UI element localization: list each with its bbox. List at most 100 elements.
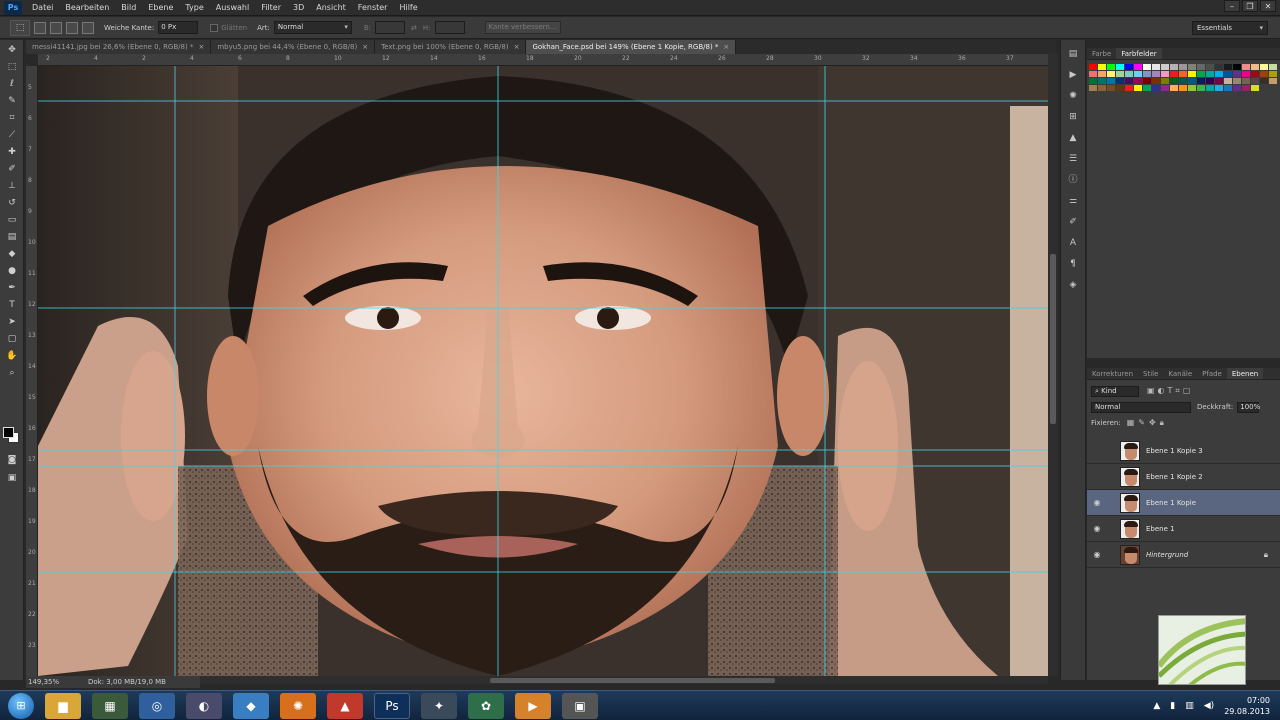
color-swatch[interactable]	[1215, 85, 1223, 91]
color-swatch[interactable]	[1197, 78, 1205, 84]
foreground-color-swatch[interactable]	[3, 427, 14, 438]
visibility-eye-icon[interactable]: ◉	[1090, 550, 1104, 559]
path-select-tool-icon[interactable]: ➤	[4, 315, 20, 329]
type-tool-icon[interactable]: T	[4, 298, 20, 312]
menu-bild[interactable]: Bild	[115, 0, 142, 16]
add-selection-icon[interactable]	[50, 21, 62, 34]
menu-3d[interactable]: 3D	[287, 0, 310, 16]
info-icon[interactable]: ⊞	[1065, 110, 1081, 124]
color-swatch[interactable]	[1125, 85, 1133, 91]
app-icon[interactable]: ◐	[186, 692, 222, 719]
color-swatch[interactable]	[1188, 85, 1196, 91]
color-swatch[interactable]	[1134, 85, 1142, 91]
color-swatch[interactable]	[1242, 64, 1250, 70]
color-swatch[interactable]	[1116, 71, 1124, 77]
color-swatch[interactable]	[1197, 85, 1205, 91]
stamp-tool-icon[interactable]: ⊥	[4, 179, 20, 193]
photoshop-taskbar-icon[interactable]: Ps	[374, 692, 410, 719]
color-swatch[interactable]	[1134, 71, 1142, 77]
color-swatch[interactable]	[1188, 71, 1196, 77]
close-tab-icon[interactable]: ×	[514, 43, 520, 51]
menu-filter[interactable]: Filter	[255, 0, 287, 16]
menu-hilfe[interactable]: Hilfe	[393, 0, 423, 16]
layer-row[interactable]: Ebene 1 Kopie 2	[1087, 464, 1280, 490]
close-button[interactable]: ✕	[1260, 0, 1276, 12]
color-swatch[interactable]	[1107, 85, 1115, 91]
app-icon[interactable]: ▶	[515, 692, 551, 719]
color-swatch[interactable]	[1233, 71, 1241, 77]
refine-edge-button[interactable]: Kante verbessern...	[484, 21, 561, 34]
tab-farbfelder[interactable]: Farbfelder	[1116, 48, 1162, 59]
quick-mask-icon[interactable]: ◙	[4, 453, 20, 467]
brush-tool-icon[interactable]: ✐	[4, 162, 20, 176]
color-swatch[interactable]	[1224, 78, 1232, 84]
color-swatch[interactable]	[1170, 64, 1178, 70]
visibility-eye-icon[interactable]: ◉	[1090, 498, 1104, 507]
layer-row[interactable]: ◉ Hintergrund 🔒︎	[1087, 542, 1280, 568]
actions-icon[interactable]: ▶	[1065, 68, 1081, 82]
color-swatch[interactable]	[1206, 71, 1214, 77]
tab-korrekturen[interactable]: Korrekturen	[1087, 368, 1138, 379]
color-swatch[interactable]	[1152, 78, 1160, 84]
vertical-ruler[interactable]: 5 6 7 8 9 10 11 12 13 14 15 16 17 18 19 20 21 22 23	[26, 66, 38, 676]
layer-row[interactable]: Ebene 1 Kopie 3	[1087, 438, 1280, 464]
color-swatch[interactable]	[1161, 71, 1169, 77]
color-swatch[interactable]	[1089, 85, 1097, 91]
app-icon[interactable]: ▣	[562, 692, 598, 719]
clock[interactable]: 07:00 29.08.2013	[1224, 695, 1270, 717]
tab-pfade[interactable]: Pfade	[1197, 368, 1227, 379]
color-swatch[interactable]	[1125, 78, 1133, 84]
color-swatch[interactable]	[1233, 85, 1241, 91]
start-button[interactable]: ⊞	[8, 692, 34, 719]
shape-tool-icon[interactable]: ▢	[4, 332, 20, 346]
color-swatch[interactable]	[1107, 78, 1115, 84]
color-swatch[interactable]	[1224, 64, 1232, 70]
histogram-icon[interactable]: ▲	[1065, 131, 1081, 145]
color-swatch[interactable]	[1098, 64, 1106, 70]
network-icon[interactable]: ▥	[1185, 701, 1194, 711]
color-swatch[interactable]	[1269, 64, 1277, 70]
color-swatch[interactable]	[1269, 78, 1277, 84]
menu-ansicht[interactable]: Ansicht	[310, 0, 352, 16]
info-circle-icon[interactable]: ⓘ	[1065, 173, 1081, 187]
color-swatch[interactable]	[1215, 64, 1223, 70]
close-tab-icon[interactable]: ×	[723, 43, 729, 51]
color-swatch[interactable]	[1152, 71, 1160, 77]
marquee-preset-icon[interactable]: ⬚	[10, 19, 30, 36]
color-swatch[interactable]	[1098, 78, 1106, 84]
color-swatch[interactable]	[1098, 85, 1106, 91]
color-swatch[interactable]	[1125, 64, 1133, 70]
antialias-checkbox[interactable]	[210, 23, 219, 32]
color-swatch[interactable]	[1215, 78, 1223, 84]
history-brush-icon[interactable]: ↺	[4, 196, 20, 210]
tray-app-icon[interactable]: ▮	[1170, 701, 1175, 711]
lock-icons[interactable]: ▦✎✥🔒︎	[1127, 418, 1168, 428]
color-swatch[interactable]	[1179, 78, 1187, 84]
app-icon[interactable]: ✦	[421, 692, 457, 719]
dodge-tool-icon[interactable]: ●	[4, 264, 20, 278]
new-selection-icon[interactable]	[34, 21, 46, 34]
eyedropper-tool-icon[interactable]: ⟋	[4, 128, 20, 142]
color-swatch[interactable]	[1161, 85, 1169, 91]
menu-fenster[interactable]: Fenster	[352, 0, 394, 16]
color-swatch[interactable]	[1269, 71, 1277, 77]
color-swatch[interactable]	[1107, 71, 1115, 77]
color-swatch[interactable]	[1215, 71, 1223, 77]
color-swatch[interactable]	[1143, 85, 1151, 91]
color-swatch[interactable]	[1260, 64, 1268, 70]
menu-type[interactable]: Type	[179, 0, 209, 16]
close-tab-icon[interactable]: ×	[362, 43, 368, 51]
color-swatch[interactable]	[1251, 64, 1259, 70]
tray-arrow-icon[interactable]: ▲	[1153, 701, 1160, 711]
height-input[interactable]	[434, 21, 465, 34]
color-swatch[interactable]	[1188, 64, 1196, 70]
brush-presets-icon[interactable]: ✐	[1065, 215, 1081, 229]
color-swatch[interactable]	[1251, 71, 1259, 77]
color-swatch[interactable]	[1251, 85, 1259, 91]
filter-type-icons[interactable]: ▣◐T⌗▢	[1147, 386, 1194, 396]
intersect-selection-icon[interactable]	[82, 21, 94, 34]
color-swatch[interactable]	[1251, 78, 1259, 84]
color-swatch[interactable]	[1233, 64, 1241, 70]
eraser-tool-icon[interactable]: ▭	[4, 213, 20, 227]
close-tab-icon[interactable]: ×	[198, 43, 204, 51]
